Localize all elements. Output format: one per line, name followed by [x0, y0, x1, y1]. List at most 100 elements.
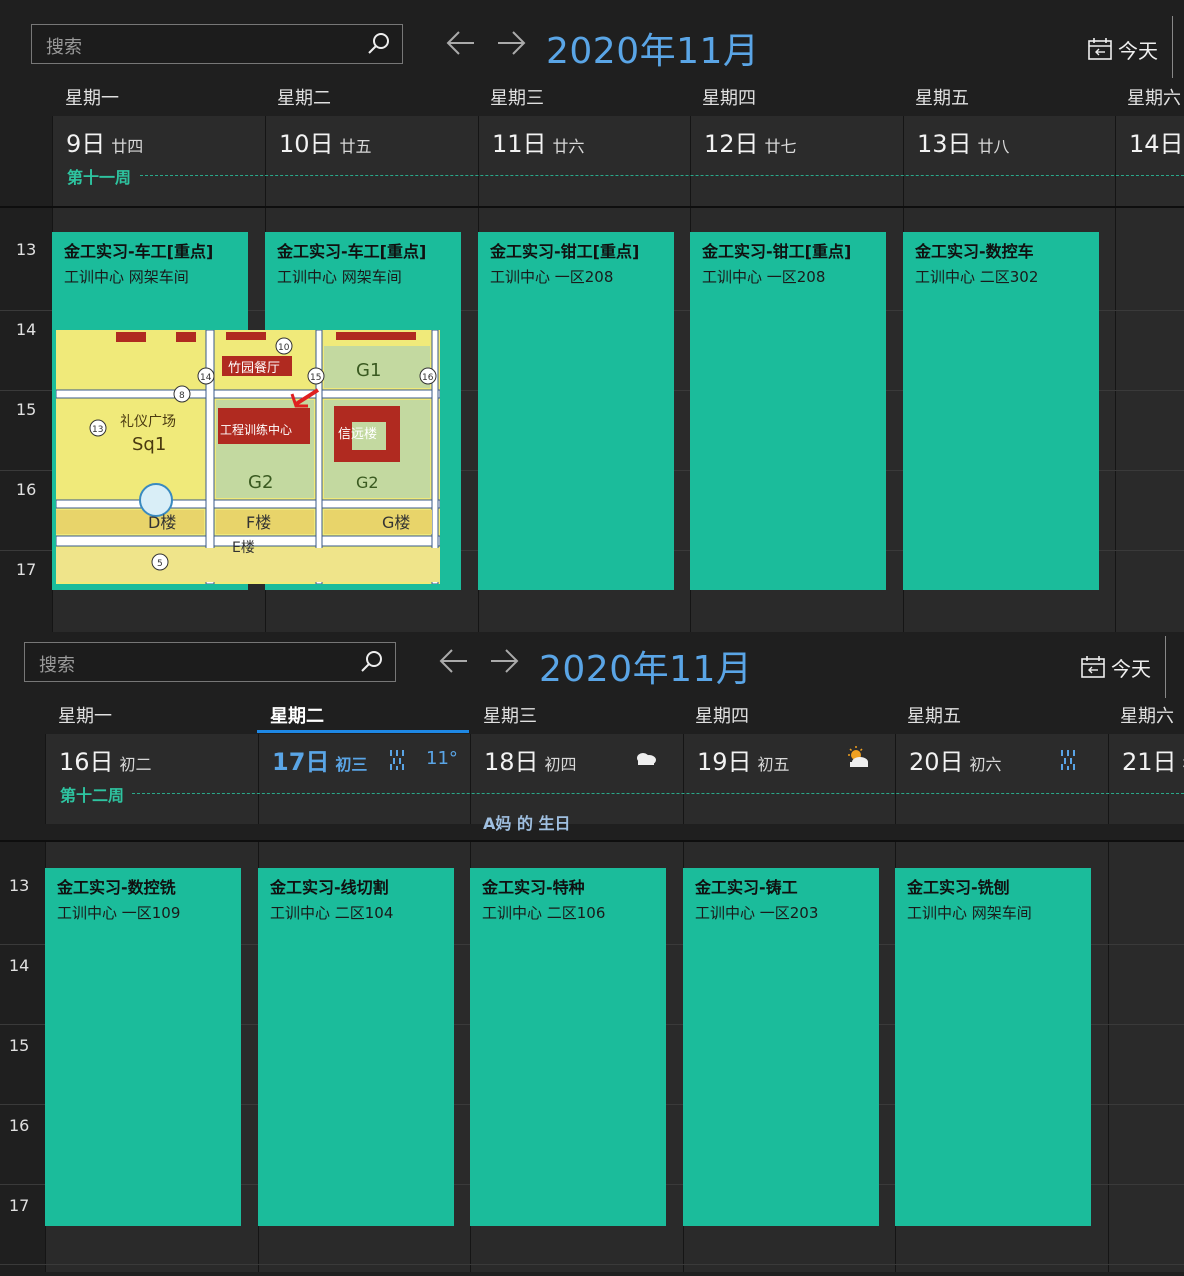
- map-label: 礼仪广场: [120, 414, 176, 430]
- all-day-slot[interactable]: [690, 208, 903, 232]
- map-label: G楼: [382, 513, 410, 532]
- all-day-slot[interactable]: [683, 842, 895, 866]
- map-label: G1: [356, 360, 381, 381]
- weekday-fri: 星期五: [915, 88, 969, 109]
- day-number: 12日 廿七: [704, 124, 797, 159]
- next-arrow-icon[interactable]: [487, 644, 521, 678]
- time-grid-column[interactable]: [1108, 866, 1184, 1272]
- calendar-event[interactable]: 金工实习-铸工 工训中心 一区203: [683, 868, 879, 1226]
- search-icon[interactable]: [359, 649, 385, 675]
- calendar-event[interactable]: 金工实习-钳工[重点] 工训中心 一区208: [478, 232, 674, 590]
- rain-icon: [1061, 750, 1075, 770]
- hour-label: 17: [9, 1196, 30, 1215]
- calendar-event[interactable]: 金工实习-线切割 工训中心 二区104: [258, 868, 454, 1226]
- month-title[interactable]: 2020年11月: [539, 640, 752, 692]
- day-number: 19日 初五: [697, 742, 790, 777]
- today-button[interactable]: 今天: [1081, 652, 1151, 682]
- event-title: 金工实习-钳工[重点]: [490, 242, 640, 261]
- search-icon[interactable]: [366, 31, 392, 57]
- all-day-slot[interactable]: [895, 842, 1108, 866]
- today-label: 今天: [1111, 656, 1151, 681]
- divider: [1172, 16, 1173, 78]
- day-number: 14日廿九: [1129, 124, 1184, 159]
- event-title: 金工实习-铣刨: [907, 878, 1010, 897]
- day-cell-today[interactable]: 17日 初三 11°: [258, 734, 470, 824]
- day-cell[interactable]: 12日 廿七: [690, 116, 903, 206]
- road-marker: 8: [179, 391, 185, 401]
- event-location: 工训中心 一区203: [695, 904, 819, 922]
- day-number: 17日 初三: [272, 742, 367, 777]
- map-label: Sq1: [132, 434, 166, 455]
- weekday-mon: 星期一: [58, 706, 112, 727]
- day-cell[interactable]: 21日初七: [1108, 734, 1184, 824]
- weekday-mon: 星期一: [65, 88, 119, 109]
- weekday-fri: 星期五: [907, 706, 961, 727]
- all-day-slot[interactable]: [52, 208, 265, 232]
- hour-label: 17: [16, 560, 37, 579]
- event-title: 金工实习-数控车: [915, 242, 1034, 261]
- search-box[interactable]: 搜索: [31, 24, 403, 64]
- hour-label: 15: [9, 1036, 30, 1055]
- search-box[interactable]: 搜索: [24, 642, 396, 682]
- calendar-event[interactable]: 金工实习-数控铣 工训中心 一区109: [45, 868, 241, 1226]
- day-cell[interactable]: 19日 初五: [683, 734, 895, 824]
- road-marker: 10: [278, 343, 290, 353]
- day-cell[interactable]: 13日 廿八: [903, 116, 1115, 206]
- day-cell[interactable]: 20日 初六: [895, 734, 1108, 824]
- partly-sunny-icon: [848, 746, 868, 767]
- event-location: 工训中心 一区208: [702, 268, 826, 286]
- day-cell[interactable]: 11日 廿六: [478, 116, 690, 206]
- hour-line: [0, 1264, 1184, 1265]
- all-day-slot[interactable]: [258, 842, 470, 866]
- map-label: F楼: [246, 513, 271, 532]
- calendar-event[interactable]: 金工实习-铣刨 工训中心 网架车间: [895, 868, 1091, 1226]
- all-day-slot[interactable]: [1108, 842, 1184, 866]
- day-cell[interactable]: 16日 初二 第十二周: [45, 734, 258, 824]
- next-arrow-icon[interactable]: [494, 26, 528, 60]
- search-placeholder: 搜索: [39, 655, 75, 676]
- day-number-text: 16日: [59, 748, 114, 776]
- weekday-wed: 星期三: [483, 706, 537, 727]
- calendar-today-icon: [1081, 656, 1105, 678]
- day-number: 13日 廿八: [917, 124, 1010, 159]
- day-number-text: 18日: [484, 748, 539, 776]
- today-button[interactable]: 今天: [1088, 34, 1158, 64]
- map-label: 工程训练中心: [220, 422, 292, 437]
- map-label: D楼: [148, 513, 176, 532]
- road-marker: 5: [157, 559, 163, 569]
- previous-arrow-icon[interactable]: [444, 26, 478, 60]
- calendar-event[interactable]: 金工实习-特种 工训中心 二区106: [470, 868, 666, 1226]
- lunar-date: 初六: [969, 755, 1002, 774]
- all-day-slot[interactable]: [265, 208, 478, 232]
- all-day-slot[interactable]: [45, 842, 258, 866]
- week-divider-line: [140, 175, 1184, 176]
- hour-label: 14: [9, 956, 30, 975]
- day-cell[interactable]: 14日廿九: [1115, 116, 1184, 206]
- day-number-text: 9日: [66, 130, 106, 158]
- all-day-slot[interactable]: [478, 208, 690, 232]
- campus-map-drawing: 竹园餐厅 G1 礼仪广场 Sq1 工程训练中心 信远楼 G2 G2 D楼 F楼 …: [56, 330, 440, 584]
- day-cell[interactable]: 10日 廿五: [265, 116, 478, 206]
- calendar-week-view-2: 搜索 2020年11月 今天 星期一 星期二 星期三 星期四 星期五 星期六 1…: [0, 636, 1184, 1272]
- weekday-sat: 星期六: [1120, 706, 1174, 727]
- event-location: 工训中心 一区208: [490, 268, 614, 286]
- day-number-text: 13日: [917, 130, 972, 158]
- previous-arrow-icon[interactable]: [437, 644, 471, 678]
- event-title: 金工实习-线切割: [270, 878, 389, 897]
- event-title: 金工实习-车工[重点]: [64, 242, 214, 261]
- all-day-slot[interactable]: [1115, 208, 1184, 232]
- day-number: 18日 初四: [484, 742, 577, 777]
- weekday-thu: 星期四: [695, 706, 749, 727]
- road-marker: 14: [200, 373, 212, 383]
- month-title[interactable]: 2020年11月: [546, 22, 759, 74]
- all-day-slot[interactable]: [903, 208, 1115, 232]
- calendar-event[interactable]: 金工实习-钳工[重点] 工训中心 一区208: [690, 232, 886, 590]
- time-grid-column[interactable]: [1115, 232, 1184, 632]
- event-location: 工训中心 网架车间: [64, 268, 189, 286]
- event-title: 金工实习-铸工: [695, 878, 798, 897]
- day-cell[interactable]: 18日 初四 A妈 的 生日: [470, 734, 683, 833]
- calendar-event[interactable]: 金工实习-数控车 工训中心 二区302: [903, 232, 1099, 590]
- event-birthday[interactable]: A妈 的 生日: [483, 810, 571, 834]
- all-day-slot[interactable]: [470, 842, 683, 866]
- day-cell[interactable]: 9日 廿四 第十一周: [52, 116, 265, 206]
